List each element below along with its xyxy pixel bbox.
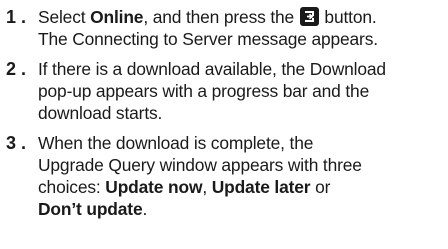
text-segment: . bbox=[142, 199, 148, 219]
text-segment: , bbox=[202, 177, 212, 197]
text-segment: button. bbox=[319, 7, 377, 27]
step-number: 3 . bbox=[6, 133, 27, 153]
update-now-label: Update now bbox=[105, 177, 203, 197]
text-segment: Select bbox=[38, 7, 91, 27]
step-2: 2 . If there is a download available, th… bbox=[6, 58, 444, 124]
text-segment: , and then press the bbox=[143, 7, 299, 27]
step-text: When the download is complete, the Upgra… bbox=[38, 132, 444, 220]
step-number: 1 . bbox=[6, 7, 27, 27]
text-segment: choices: bbox=[38, 177, 106, 197]
step-text: If there is a download available, the Do… bbox=[38, 58, 444, 124]
step-text: Select Online, and then press the button… bbox=[38, 6, 444, 50]
text-line: pop-up appears with a progress bar and t… bbox=[38, 81, 370, 101]
text-line: When the download is complete, the bbox=[38, 133, 314, 153]
online-label: Online bbox=[90, 7, 144, 27]
instruction-page: 1 . Select Online, and then press the bu… bbox=[0, 0, 448, 249]
step-3: 3 . When the download is complete, the U… bbox=[6, 132, 444, 220]
enter-button-icon bbox=[299, 7, 319, 26]
text-segment: The Connecting to Server message appears… bbox=[38, 29, 378, 49]
text-line: Upgrade Query window appears with three bbox=[38, 155, 362, 175]
text-line: download starts. bbox=[38, 103, 163, 123]
dont-update-label: Don’t update bbox=[38, 199, 143, 219]
update-later-label: Update later bbox=[211, 177, 311, 197]
step-1: 1 . Select Online, and then press the bu… bbox=[6, 6, 444, 50]
text-segment: or bbox=[310, 177, 331, 197]
text-line: If there is a download available, the Do… bbox=[38, 59, 386, 79]
step-number: 2 . bbox=[6, 59, 27, 79]
